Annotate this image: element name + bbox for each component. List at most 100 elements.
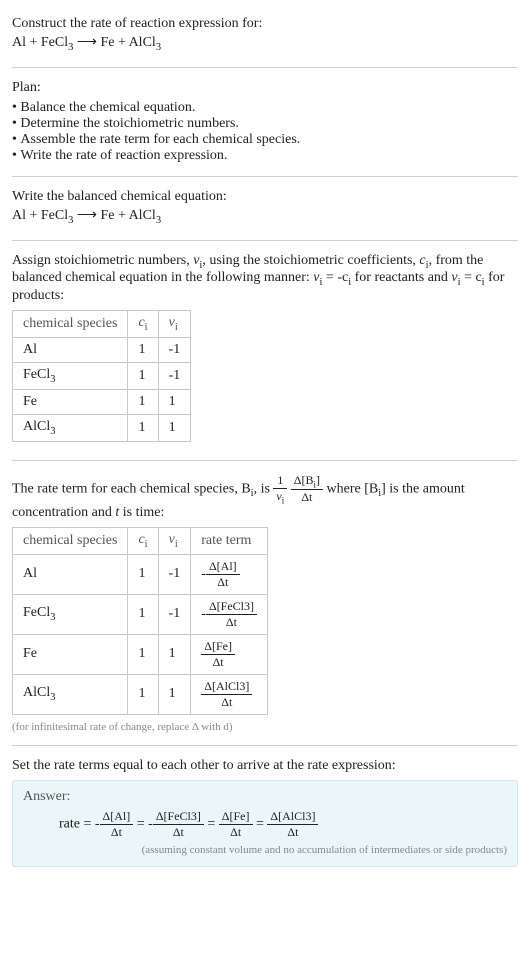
sub3: 3 <box>68 215 73 226</box>
divider <box>12 240 518 241</box>
table-row: Fe 1 1 <box>13 389 191 414</box>
balanced-equation: Al + FeCl3 ⟶ Fe + AlCl3 <box>12 207 518 226</box>
rate-cell: Δ[Fe]Δt <box>191 634 268 674</box>
ci-cell: 1 <box>128 414 158 441</box>
dBi-dt: Δ[Bi] Δt <box>291 473 323 505</box>
ci-cell: 1 <box>128 337 158 362</box>
eq-rhs: Fe + AlCl <box>100 35 155 50</box>
product-relation: νi = ci <box>451 270 484 285</box>
plan-heading: Plan: <box>12 80 518 96</box>
rate-term: Δ[FeCl3]Δt <box>153 809 204 840</box>
table-row: FeCl3 1 -1 -Δ[FeCl3]Δt <box>13 594 268 634</box>
question-block: Construct the rate of reaction expressio… <box>12 8 518 63</box>
sub3: 3 <box>156 42 161 53</box>
rate-text: The rate term for each chemical species,… <box>12 481 251 496</box>
table-row: Fe 1 1 Δ[Fe]Δt <box>13 634 268 674</box>
rate-text: is time: <box>119 505 164 520</box>
arrow: ⟶ <box>77 35 101 50</box>
col-nui: νi <box>158 311 191 338</box>
table-header-row: chemical species ci νi <box>13 311 191 338</box>
species-cell: AlCl3 <box>13 414 128 441</box>
rate-term-table: chemical species ci νi rate term Al 1 -1… <box>12 527 268 715</box>
plan-item: Balance the chemical equation. <box>12 100 518 116</box>
stoich-table: chemical species ci νi Al 1 -1 FeCl3 1 -… <box>12 310 191 441</box>
ci-cell: 1 <box>128 554 158 594</box>
divider <box>12 67 518 68</box>
divider <box>12 745 518 746</box>
answer-label: Answer: <box>23 789 507 805</box>
species-cell: AlCl3 <box>13 674 128 714</box>
rate-text: where [B <box>327 481 379 496</box>
rate-cell: -Δ[Al]Δt <box>191 554 268 594</box>
species-cell: Fe <box>13 634 128 674</box>
col-rate: rate term <box>191 527 268 554</box>
answer-box: Answer: rate = -Δ[Al]Δt = -Δ[FeCl3]Δt = … <box>12 780 518 867</box>
col-species: chemical species <box>13 527 128 554</box>
species-cell: Al <box>13 554 128 594</box>
rate-text: , is <box>254 481 274 496</box>
col-nui: νi <box>158 527 191 554</box>
table-row: Al 1 -1 -Δ[Al]Δt <box>13 554 268 594</box>
col-ci: ci <box>128 527 158 554</box>
ci-cell: 1 <box>128 594 158 634</box>
plan-item: Determine the stoichiometric numbers. <box>12 116 518 132</box>
plan-list: Balance the chemical equation. Determine… <box>12 100 518 164</box>
reactant-relation: νi = -ci <box>313 270 351 285</box>
question-title: Construct the rate of reaction expressio… <box>12 16 518 32</box>
nui-cell: -1 <box>158 554 191 594</box>
assign-block: Assign stoichiometric numbers, νi , using… <box>12 245 518 456</box>
table-row: AlCl3 1 1 <box>13 414 191 441</box>
final-heading: Set the rate terms equal to each other t… <box>12 758 518 774</box>
rate-term-block: The rate term for each chemical species,… <box>12 465 518 741</box>
col-ci: ci <box>128 311 158 338</box>
nui-cell: 1 <box>158 634 191 674</box>
rate-term: Δ[Fe]Δt <box>219 809 253 840</box>
ci-cell: 1 <box>128 674 158 714</box>
eq-lhs: Al + FeCl <box>12 35 68 50</box>
sub3: 3 <box>156 215 161 226</box>
answer-footnote: (assuming constant volume and no accumul… <box>23 844 507 856</box>
delta-footnote: (for infinitesimal rate of change, repla… <box>12 721 518 733</box>
rate-cell: Δ[AlCl3]Δt <box>191 674 268 714</box>
plan-block: Plan: Balance the chemical equation. Det… <box>12 72 518 172</box>
arrow: ⟶ <box>77 208 101 223</box>
eq-rhs: Fe + AlCl <box>100 208 155 223</box>
rate-cell: -Δ[FeCl3]Δt <box>191 594 268 634</box>
divider <box>12 176 518 177</box>
plan-item: Write the rate of reaction expression. <box>12 148 518 164</box>
assign-text: for reactants and <box>351 270 451 285</box>
table-row: FeCl3 1 -1 <box>13 362 191 389</box>
species-cell: FeCl3 <box>13 362 128 389</box>
eq-lhs: Al + FeCl <box>12 208 68 223</box>
rate-expression: rate = -Δ[Al]Δt = -Δ[FeCl3]Δt = Δ[Fe]Δt … <box>23 809 507 840</box>
balanced-heading: Write the balanced chemical equation: <box>12 189 518 205</box>
nui-cell: 1 <box>158 414 191 441</box>
rate-prefix: rate = <box>59 816 95 831</box>
species-cell: FeCl3 <box>13 594 128 634</box>
rate-term: Δ[Al]Δt <box>100 809 134 840</box>
species-cell: Al <box>13 337 128 362</box>
balanced-block: Write the balanced chemical equation: Al… <box>12 181 518 236</box>
ci-cell: 1 <box>128 389 158 414</box>
one-over-nu: 1 νi <box>273 473 287 505</box>
plan-item: Assemble the rate term for each chemical… <box>12 132 518 148</box>
final-block: Set the rate terms equal to each other t… <box>12 750 518 875</box>
table-row: Al 1 -1 <box>13 337 191 362</box>
nui-cell: 1 <box>158 389 191 414</box>
ci-cell: 1 <box>128 362 158 389</box>
species-cell: Fe <box>13 389 128 414</box>
nui-cell: 1 <box>158 674 191 714</box>
ci-cell: 1 <box>128 634 158 674</box>
sub3: 3 <box>68 42 73 53</box>
assign-text: Assign stoichiometric numbers, <box>12 253 193 268</box>
table-row: AlCl3 1 1 Δ[AlCl3]Δt <box>13 674 268 714</box>
divider <box>12 460 518 461</box>
nui-cell: -1 <box>158 362 191 389</box>
nui-cell: -1 <box>158 337 191 362</box>
unbalanced-equation: Al + FeCl3 ⟶ Fe + AlCl3 <box>12 34 518 53</box>
nui-cell: -1 <box>158 594 191 634</box>
assign-text: , using the stoichiometric coefficients, <box>202 253 419 268</box>
rate-term: Δ[AlCl3]Δt <box>267 809 318 840</box>
table-header-row: chemical species ci νi rate term <box>13 527 268 554</box>
col-species: chemical species <box>13 311 128 338</box>
